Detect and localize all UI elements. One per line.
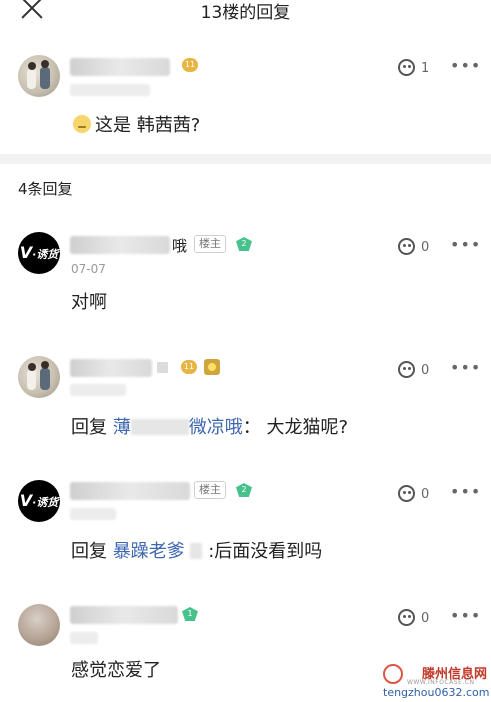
reply-content: 对啊 (71, 292, 107, 313)
watermark-logo-icon (383, 664, 403, 684)
watermark-sub: WWW.INFOCASE.CN (407, 679, 475, 686)
date-blurred (70, 508, 116, 520)
avatar[interactable]: V·诱货 (18, 232, 60, 274)
username-blurred[interactable] (70, 236, 170, 254)
like-face-icon (398, 609, 415, 626)
like-button[interactable]: 0 (398, 238, 429, 255)
sun-badge-icon (204, 359, 220, 375)
username-blurred[interactable] (70, 58, 170, 76)
more-icon[interactable]: ••• (450, 235, 481, 254)
owner-tag: 楼主 (194, 235, 226, 253)
reply-date: 07-07 (71, 262, 106, 276)
page-title: 13楼的回复 (200, 3, 291, 23)
avatar[interactable] (18, 604, 60, 646)
level-badge-icon: 1 (182, 607, 198, 621)
like-face-icon (398, 485, 415, 502)
date-blurred (70, 384, 126, 396)
like-button[interactable]: 1 (398, 59, 429, 76)
level-badge-icon: 2 (236, 483, 252, 497)
username-suffix: 哦 (172, 237, 188, 255)
like-face-icon (398, 59, 415, 76)
avatar[interactable]: V·诱货 (18, 480, 60, 522)
reply-target-name[interactable]: 薄微凉哦 (113, 417, 243, 438)
divider (0, 154, 491, 164)
date-blurred (70, 84, 150, 96)
avatar[interactable] (18, 356, 60, 398)
level-badge-icon: 2 (236, 237, 252, 251)
reply-count: 4条回复 (18, 180, 73, 198)
like-button[interactable]: 0 (398, 609, 429, 626)
more-icon[interactable]: ••• (450, 482, 481, 501)
username-blurred[interactable] (70, 482, 190, 500)
like-face-icon (398, 238, 415, 255)
username-blurred[interactable] (70, 606, 178, 624)
level-badge-icon: 11 (181, 360, 197, 374)
avatar[interactable] (18, 55, 60, 97)
watermark-url: tengzhou0632.com (383, 686, 490, 699)
post-content: 这是 韩茜茜? (73, 111, 200, 137)
reply-content: 回复 暴躁老爹 :后面没看到吗 (71, 541, 323, 562)
more-icon[interactable]: ••• (450, 606, 481, 625)
like-button[interactable]: 0 (398, 361, 429, 378)
username-blurred[interactable] (70, 359, 152, 377)
reply-target-name[interactable]: 暴躁老爹 (113, 541, 185, 562)
more-icon[interactable]: ••• (450, 358, 481, 377)
reply-content: 感觉恋爱了 (71, 660, 161, 681)
emoji-icon (73, 115, 91, 133)
level-badge-icon: 11 (182, 58, 198, 72)
reply-content: 回复 薄微凉哦： 大龙猫呢? (71, 417, 349, 438)
more-icon[interactable]: ••• (450, 56, 481, 75)
blurred-mark (157, 362, 168, 373)
date-blurred (70, 632, 98, 644)
like-button[interactable]: 0 (398, 485, 429, 502)
header: 13楼的回复 (0, 0, 491, 26)
like-face-icon (398, 361, 415, 378)
owner-tag: 楼主 (194, 481, 226, 499)
